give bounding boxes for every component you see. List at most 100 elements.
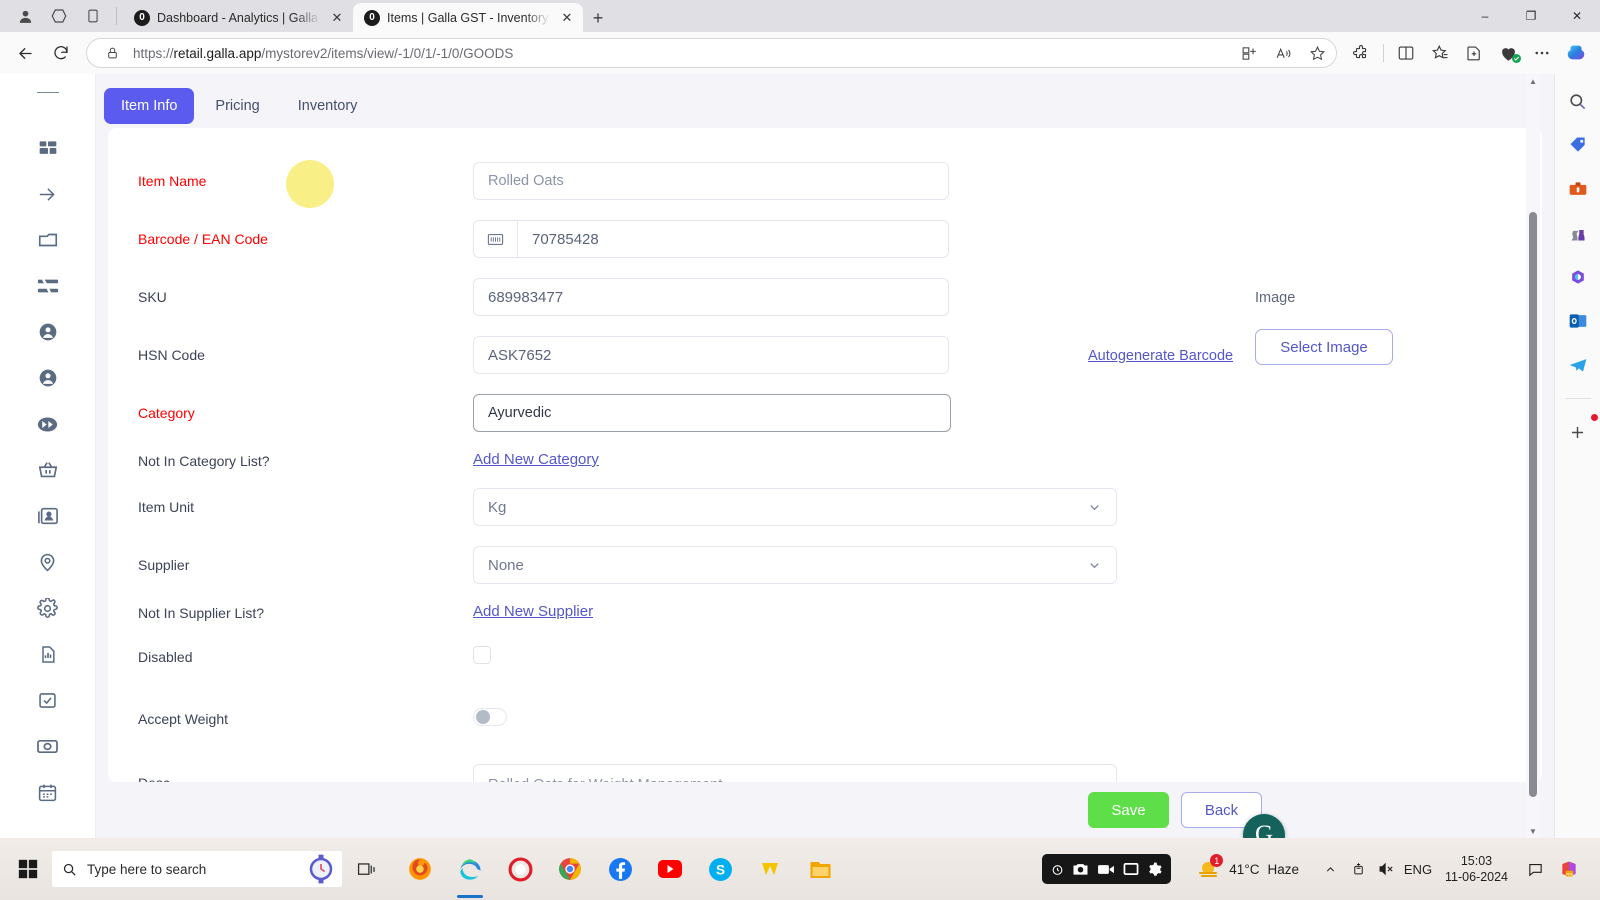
settings-icon[interactable]: [1147, 862, 1162, 877]
search-input[interactable]: Type here to search: [52, 851, 342, 887]
taskbar-app-facebook[interactable]: [598, 838, 642, 900]
select-image-button[interactable]: Select Image: [1255, 329, 1393, 365]
search-icon[interactable]: [1563, 86, 1593, 116]
taskbar-app-edge[interactable]: [448, 838, 492, 900]
split-screen-add-icon[interactable]: [1236, 40, 1262, 66]
clock[interactable]: 15:03 11-06-2024: [1445, 853, 1508, 885]
sidebar-item-transfer[interactable]: [25, 263, 71, 309]
extensions-icon[interactable]: [1345, 36, 1377, 70]
scroll-up-arrow-icon[interactable]: ▲: [1529, 74, 1537, 88]
hsn-input[interactable]: ASK7652: [473, 336, 949, 374]
tab-inventory[interactable]: Inventory: [281, 88, 375, 124]
supplier-select[interactable]: None: [473, 546, 1117, 584]
item-unit-value: Kg: [488, 498, 507, 516]
minimize-button[interactable]: –: [1462, 0, 1508, 32]
taskbar-app-generic[interactable]: [748, 838, 792, 900]
maximize-button[interactable]: ❐: [1508, 0, 1554, 32]
sidebar-item-arrow-right[interactable]: [25, 171, 71, 217]
item-name-input[interactable]: Rolled Oats: [473, 162, 949, 200]
accept-weight-toggle[interactable]: [473, 708, 507, 726]
tab-pricing[interactable]: Pricing: [198, 88, 276, 124]
browser-tab-2[interactable]: 0 Items | Galla GST - Inventory Soft ✕: [353, 3, 583, 32]
add-favorite-icon[interactable]: [1458, 36, 1490, 70]
task-view-icon[interactable]: [342, 861, 390, 878]
sidebar-item-location[interactable]: [25, 539, 71, 585]
address-bar[interactable]: https://retail.galla.app/mystorev2/items…: [86, 38, 1337, 68]
disabled-checkbox[interactable]: [473, 646, 491, 664]
workspaces-icon[interactable]: [42, 0, 76, 32]
copilot-icon[interactable]: [1560, 36, 1592, 70]
back-arrow-icon[interactable]: [8, 36, 42, 70]
sidebar-item-cash[interactable]: [25, 723, 71, 769]
taskbar-app-firefox[interactable]: [398, 838, 442, 900]
sidebar-item-basket[interactable]: [25, 447, 71, 493]
tools-icon[interactable]: [1563, 174, 1593, 204]
sku-input[interactable]: 689983477: [473, 278, 949, 316]
tab-actions-icon[interactable]: [76, 0, 110, 32]
taskbar-app-chrome[interactable]: [548, 838, 592, 900]
sidebar-item-user-2[interactable]: [25, 355, 71, 401]
designer-icon[interactable]: [1563, 262, 1593, 292]
browser-tab-1[interactable]: 0 Dashboard - Analytics | Galla GST ✕: [123, 3, 353, 32]
tab-item-info[interactable]: Item Info: [104, 88, 195, 124]
sidebar-item-calendar[interactable]: [25, 769, 71, 815]
language-indicator[interactable]: ENG: [1401, 849, 1435, 889]
search-placeholder: Type here to search: [87, 861, 207, 877]
screen-icon[interactable]: [1123, 862, 1139, 876]
close-button[interactable]: ✕: [1554, 0, 1600, 32]
sidebar-item-fast-forward[interactable]: [25, 401, 71, 447]
taskbar-app-youtube[interactable]: [648, 838, 692, 900]
new-tab-button[interactable]: +: [583, 4, 613, 32]
sidebar-item-report[interactable]: [25, 631, 71, 677]
save-button[interactable]: Save: [1088, 792, 1169, 828]
more-options-icon[interactable]: [1526, 36, 1558, 70]
item-unit-select[interactable]: Kg: [473, 488, 1117, 526]
refresh-icon[interactable]: [44, 36, 78, 70]
add-new-supplier-link[interactable]: Add New Supplier: [473, 594, 593, 620]
camera-icon[interactable]: [1072, 862, 1089, 876]
sidebar-item-checklist[interactable]: [25, 677, 71, 723]
barcode-input-group[interactable]: 70785428: [473, 220, 949, 258]
split-screen-icon[interactable]: [1390, 36, 1422, 70]
scrollbar-thumb[interactable]: [1529, 212, 1537, 797]
tab-close-button[interactable]: ✕: [327, 8, 347, 28]
barcode-input[interactable]: 70785428: [518, 221, 948, 257]
telegram-icon[interactable]: [1563, 350, 1593, 380]
barcode-icon[interactable]: [474, 221, 518, 257]
page-scrollbar[interactable]: ▲ ▼: [1526, 74, 1540, 838]
timer-icon[interactable]: [1051, 863, 1064, 876]
add-tool-icon[interactable]: [1563, 414, 1598, 447]
tab-close-button[interactable]: ✕: [557, 8, 577, 28]
windows-start-icon[interactable]: [4, 838, 52, 900]
browser-essentials-icon[interactable]: [1492, 36, 1524, 70]
chevron-up-icon[interactable]: [1317, 849, 1345, 889]
office-icon[interactable]: PRE: [1552, 859, 1586, 879]
sidebar-item-dashboard[interactable]: [25, 125, 71, 171]
read-aloud-icon[interactable]: [1270, 40, 1296, 66]
weather-widget[interactable]: 1 41°C Haze: [1197, 854, 1299, 881]
notification-icon[interactable]: [1518, 861, 1552, 878]
volume-muted-icon[interactable]: [1373, 849, 1401, 889]
outlook-icon[interactable]: [1563, 306, 1593, 336]
games-icon[interactable]: [1563, 218, 1593, 248]
scroll-down-arrow-icon[interactable]: ▼: [1529, 824, 1537, 838]
shopping-tag-icon[interactable]: [1563, 130, 1593, 160]
taskbar-app-skype[interactable]: S: [698, 838, 742, 900]
sidebar-item-folder[interactable]: [25, 217, 71, 263]
add-new-category-link[interactable]: Add New Category: [473, 442, 599, 468]
collections-icon[interactable]: [1424, 36, 1456, 70]
sidebar-item-contact-card[interactable]: [25, 493, 71, 539]
favorite-star-icon[interactable]: [1304, 40, 1330, 66]
video-icon[interactable]: [1097, 863, 1115, 876]
recorder-toolbar[interactable]: [1042, 854, 1172, 884]
category-input[interactable]: Ayurvedic: [473, 394, 951, 432]
sidebar-item-user-1[interactable]: [25, 309, 71, 355]
autogenerate-barcode-link[interactable]: Autogenerate Barcode: [1088, 339, 1233, 364]
taskbar-app-files[interactable]: [798, 838, 842, 900]
profile-icon[interactable]: [8, 0, 42, 32]
sidebar-item-settings[interactable]: [25, 585, 71, 631]
taskbar-app-recorder[interactable]: [498, 838, 542, 900]
desc-textarea[interactable]: Rolled Oats for Weight Management ◢: [473, 764, 1117, 782]
onedrive-icon[interactable]: [1345, 849, 1373, 889]
analog-clock-icon[interactable]: [306, 854, 336, 884]
